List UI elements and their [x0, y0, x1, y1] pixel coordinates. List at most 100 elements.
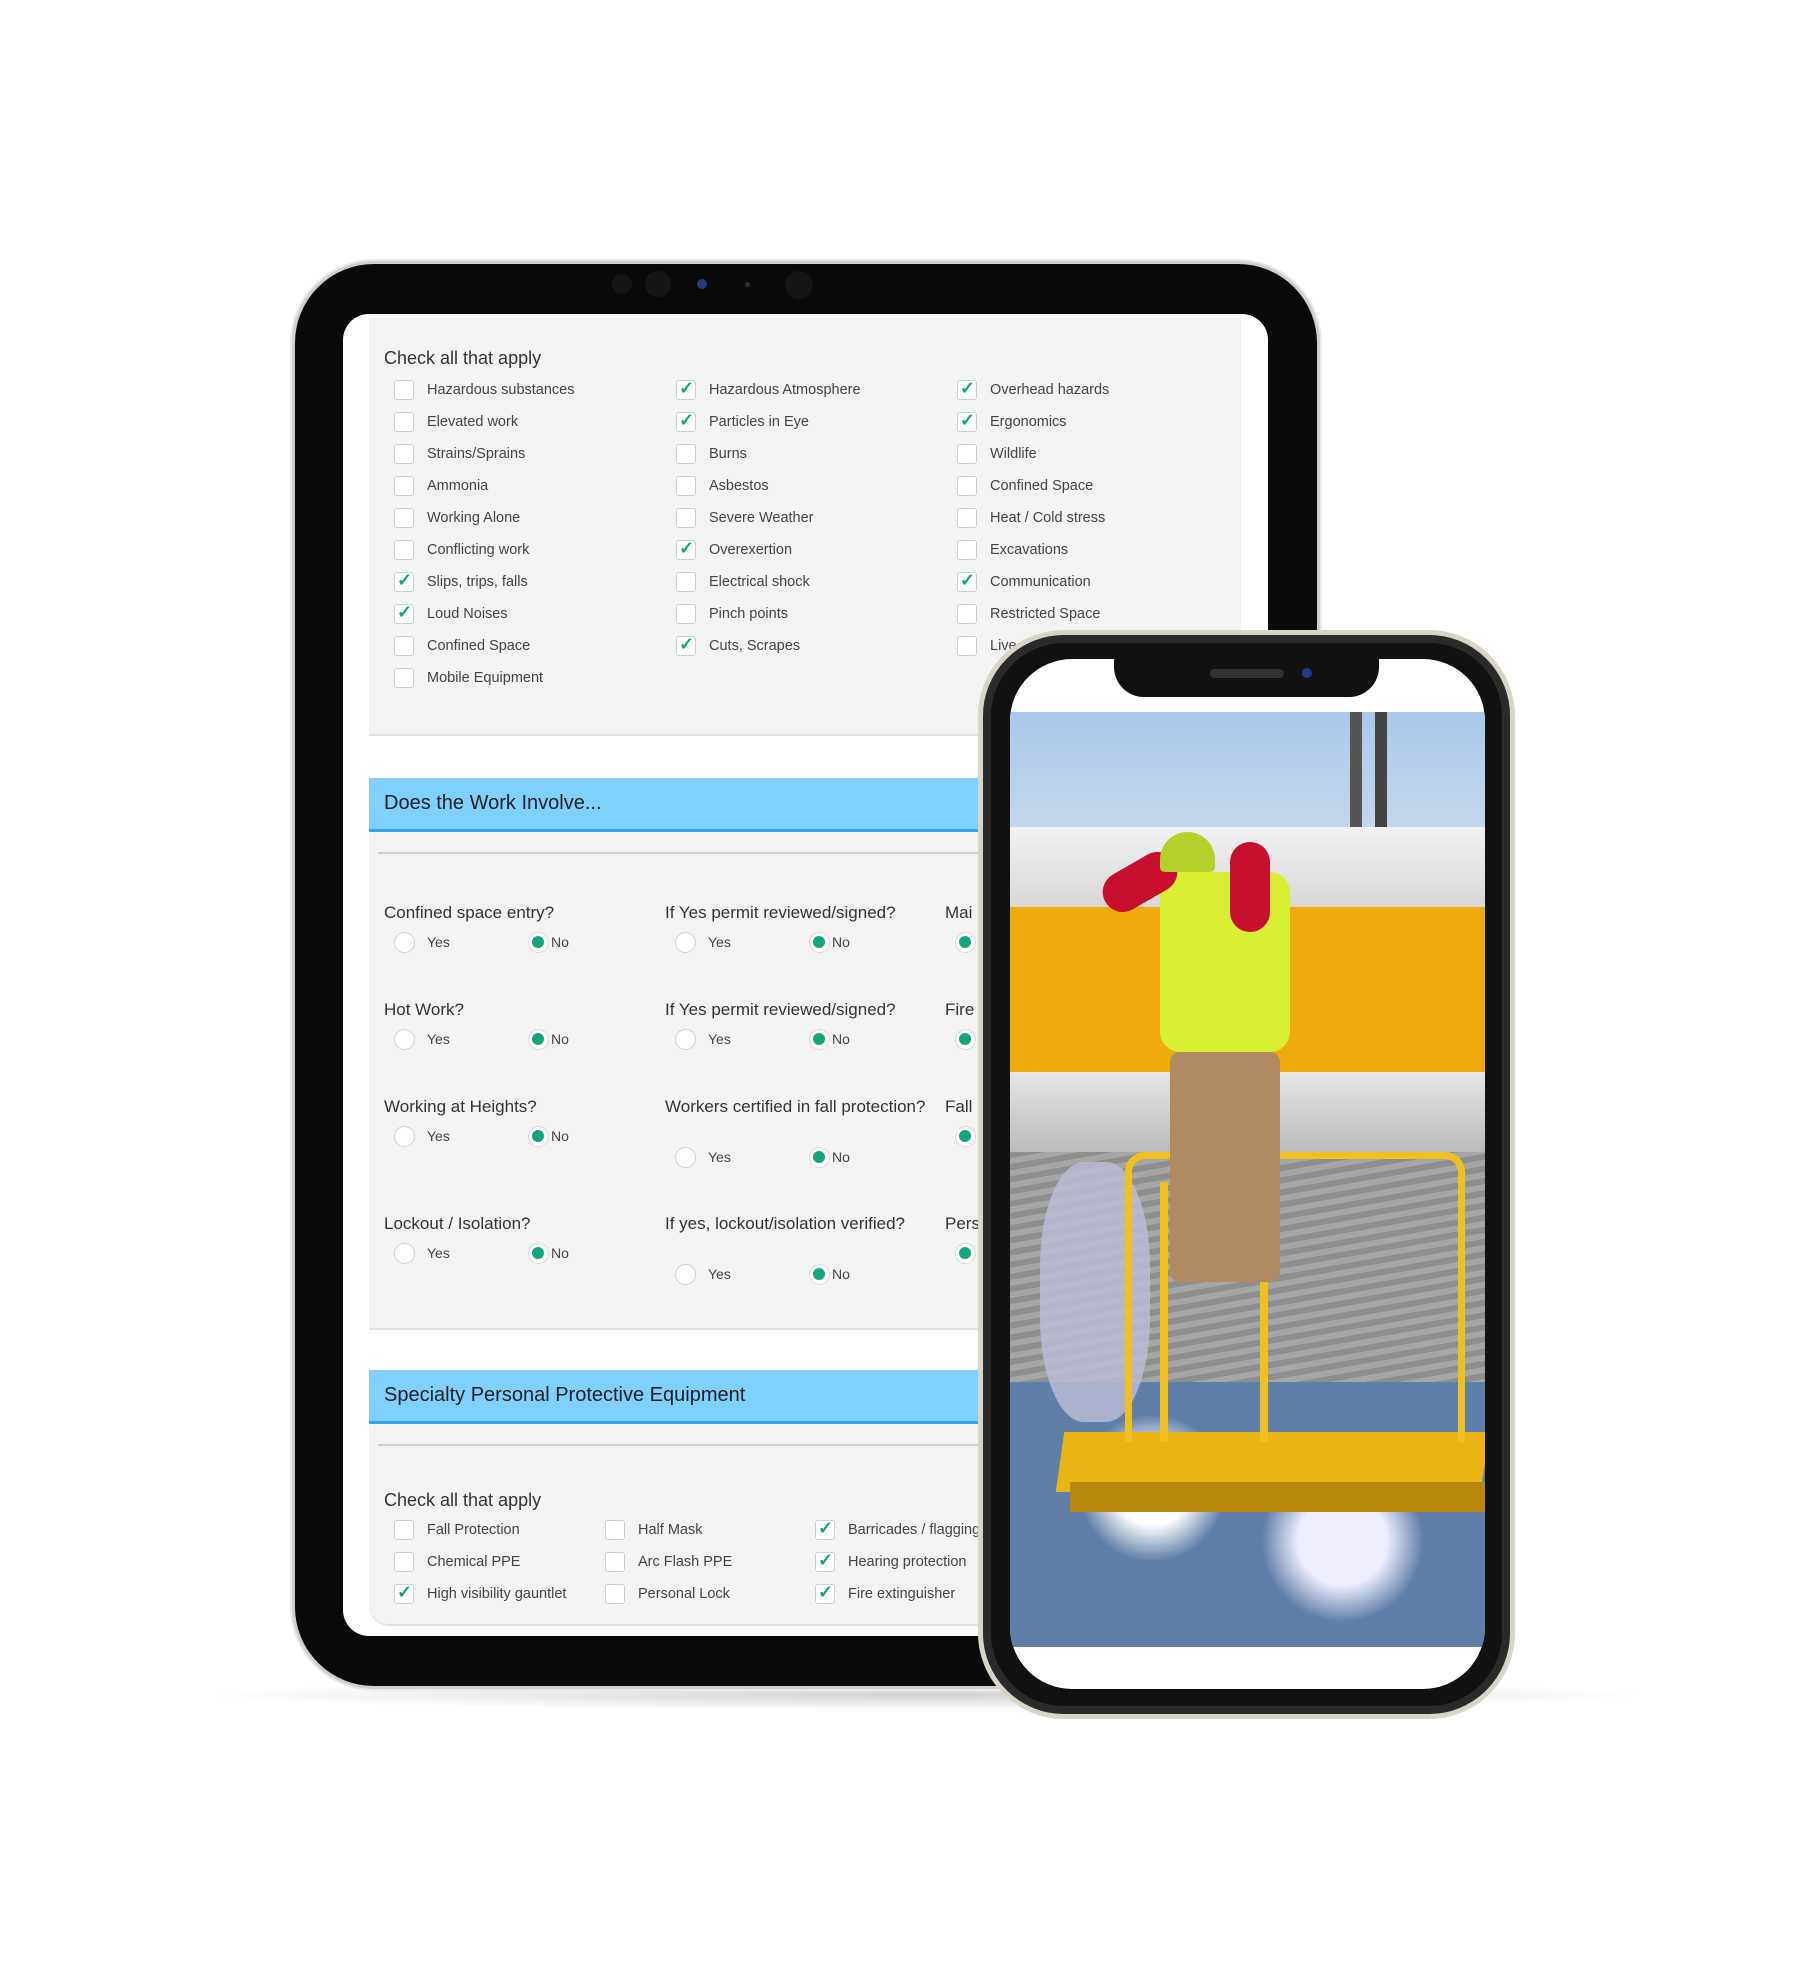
checkbox[interactable]: [957, 476, 977, 496]
radio-no-label: No: [832, 934, 850, 950]
radio-selected[interactable]: [955, 1029, 976, 1050]
checkbox-label: Conflicting work: [427, 542, 530, 558]
radio-yes[interactable]: [675, 1147, 696, 1168]
hazards-heading: Check all that apply: [384, 348, 542, 368]
checkbox[interactable]: [394, 476, 414, 496]
checkbox[interactable]: [676, 604, 696, 624]
checkbox[interactable]: [676, 444, 696, 464]
radio-selected[interactable]: [955, 932, 976, 953]
checkbox-label: Half Mask: [638, 1522, 703, 1538]
radio-no-label: No: [832, 1031, 850, 1047]
checkbox[interactable]: [394, 636, 414, 656]
checkbox[interactable]: [605, 1520, 625, 1540]
checkbox-label: Ergonomics: [990, 414, 1067, 430]
checkbox-label: Pinch points: [709, 606, 788, 622]
checkbox[interactable]: [957, 378, 977, 400]
radio-no[interactable]: [528, 1243, 549, 1264]
radio-no[interactable]: [528, 1126, 549, 1147]
checkbox[interactable]: [676, 538, 696, 560]
checkbox[interactable]: [394, 444, 414, 464]
checkbox[interactable]: [957, 540, 977, 560]
radio-no[interactable]: [809, 932, 830, 953]
question-label: Confined space entry?: [384, 903, 555, 922]
radio-selected[interactable]: [955, 1126, 976, 1147]
radio-yes[interactable]: [675, 932, 696, 953]
checkbox-label: Fall Protection: [427, 1522, 520, 1538]
checkbox[interactable]: [605, 1552, 625, 1572]
checkbox[interactable]: [815, 1518, 835, 1540]
checkbox[interactable]: [394, 412, 414, 432]
radio-yes[interactable]: [394, 1029, 415, 1050]
checkbox-label: Asbestos: [709, 478, 769, 494]
question-label: Workers certified in fall protection?: [665, 1097, 926, 1116]
checkbox-label: Particles in Eye: [709, 414, 809, 430]
checkbox[interactable]: [605, 1584, 625, 1604]
section-title: Specialty Personal Protective Equipment: [384, 1384, 746, 1406]
checkbox[interactable]: [957, 444, 977, 464]
checkbox[interactable]: [394, 380, 414, 400]
checkbox-label: Wildlife: [990, 446, 1037, 462]
radio-no[interactable]: [528, 1029, 549, 1050]
checkbox-label: Loud Noises: [427, 606, 508, 622]
radio-yes[interactable]: [675, 1264, 696, 1285]
camera-icon: [697, 279, 707, 289]
speaker-icon: [1210, 669, 1284, 678]
camera-icon: [1302, 668, 1312, 678]
sensor-icon: [612, 274, 632, 294]
checkbox[interactable]: [957, 636, 977, 656]
radio-no-label: No: [832, 1149, 850, 1165]
checkbox[interactable]: [394, 1520, 414, 1540]
question-label: If Yes permit reviewed/signed?: [665, 1000, 896, 1019]
checkbox[interactable]: [394, 1552, 414, 1572]
checkbox-label: Hazardous substances: [427, 382, 575, 398]
checkbox[interactable]: [676, 476, 696, 496]
radio-yes[interactable]: [394, 1126, 415, 1147]
checkbox[interactable]: [676, 378, 696, 400]
checkbox[interactable]: [957, 410, 977, 432]
checkbox-label: Heat / Cold stress: [990, 510, 1106, 526]
checkbox[interactable]: [676, 572, 696, 592]
checkbox[interactable]: [957, 604, 977, 624]
radio-no[interactable]: [809, 1029, 830, 1050]
checkbox[interactable]: [676, 508, 696, 528]
checkbox[interactable]: [676, 410, 696, 432]
sensor-icon: [785, 271, 813, 299]
question-label: Working at Heights?: [384, 1097, 537, 1116]
sensor-icon: [645, 271, 671, 297]
checkbox[interactable]: [957, 508, 977, 528]
question-label: If Yes permit reviewed/signed?: [665, 903, 896, 922]
checkbox-label: Arc Flash PPE: [638, 1554, 733, 1570]
checkbox[interactable]: [394, 570, 414, 592]
radio-no-label: No: [551, 1245, 569, 1261]
checkbox-label: Slips, trips, falls: [427, 574, 528, 590]
checkbox-label: Communication: [990, 574, 1091, 590]
radio-no[interactable]: [809, 1147, 830, 1168]
worker-photo: [1010, 712, 1485, 1647]
checkbox-label: Ammonia: [427, 478, 489, 494]
checkbox-label: High visibility gauntlet: [427, 1586, 567, 1602]
checkbox-label: Confined Space: [427, 638, 531, 654]
checkbox[interactable]: [957, 570, 977, 592]
radio-yes-label: Yes: [708, 1031, 731, 1047]
checkbox[interactable]: [394, 668, 414, 688]
checkbox[interactable]: [815, 1550, 835, 1572]
checkbox[interactable]: [394, 508, 414, 528]
radio-yes[interactable]: [675, 1029, 696, 1050]
radio-yes-label: Yes: [708, 1266, 731, 1282]
radio-yes[interactable]: [394, 932, 415, 953]
checkbox-label: Personal Lock: [638, 1586, 730, 1602]
checkbox[interactable]: [394, 602, 414, 624]
radio-selected[interactable]: [955, 1243, 976, 1264]
checkbox-label: Confined Space: [990, 478, 1094, 494]
radio-yes[interactable]: [394, 1243, 415, 1264]
checkbox[interactable]: [815, 1582, 835, 1604]
radio-no[interactable]: [809, 1264, 830, 1285]
radio-no[interactable]: [528, 932, 549, 953]
checkbox[interactable]: [676, 634, 696, 656]
radio-no-label: No: [551, 1031, 569, 1047]
radio-yes-label: Yes: [708, 934, 731, 950]
checkbox[interactable]: [394, 540, 414, 560]
checkbox-label: Overexertion: [709, 542, 793, 558]
checkbox[interactable]: [394, 1582, 414, 1604]
checkbox-label: Barricades / flagging: [848, 1522, 981, 1538]
